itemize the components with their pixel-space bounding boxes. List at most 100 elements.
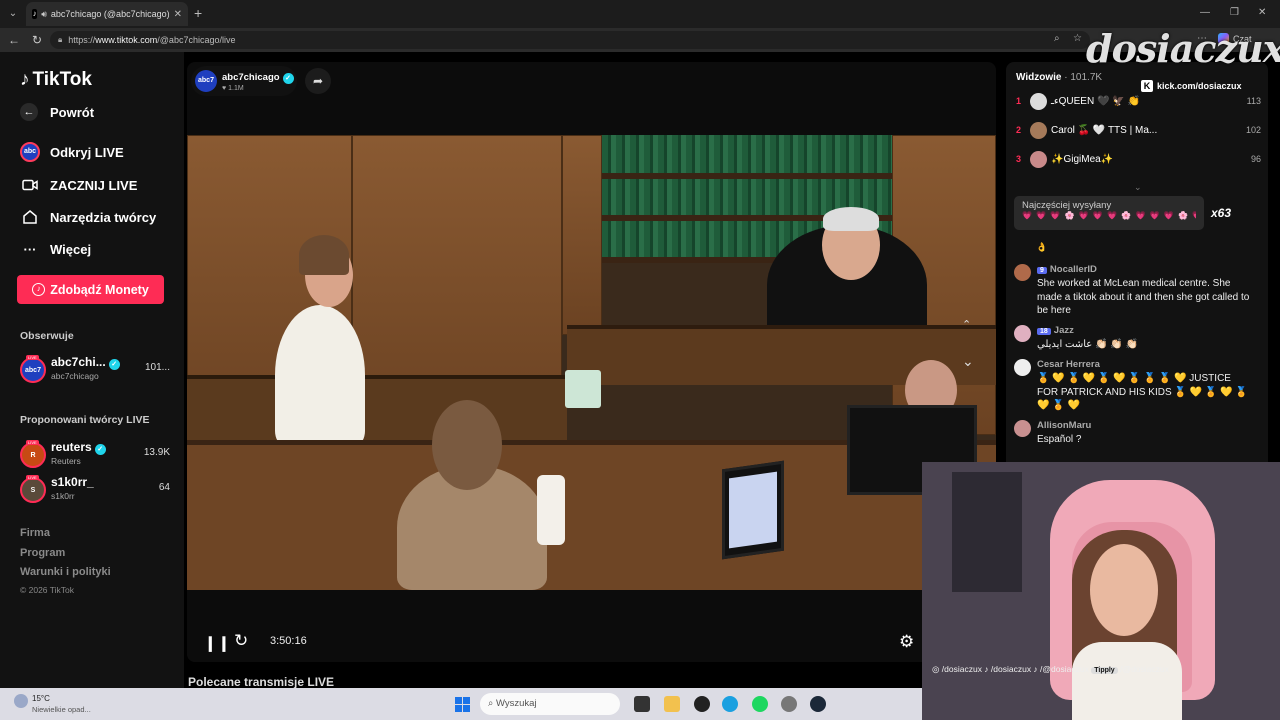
kick-link: Kkick.com/dosiaczux: [1141, 80, 1242, 92]
back-arrow-icon[interactable]: ←: [8, 32, 20, 48]
coins-label: Zdobądź Monety: [50, 282, 149, 297]
settings-gear-icon[interactable]: ⚙: [899, 632, 914, 652]
nav-label: ZACZNIJ LIVE: [50, 177, 138, 193]
browser-titlebar: ⌄ ♪ 🔊︎ abc7chicago (@abc7chicago) ✕ + — …: [0, 0, 1280, 28]
favorite-star-icon[interactable]: ☆: [1073, 33, 1082, 44]
start-windows-icon[interactable]: [455, 697, 470, 712]
tiktok-logo[interactable]: ♪ TikTok: [20, 69, 92, 91]
rank-number: 2: [1016, 125, 1022, 135]
minimize-icon[interactable]: —: [1200, 7, 1210, 18]
ranking-row[interactable]: 3 ✨GigiMea✨ 96: [1016, 150, 1261, 170]
avatar-text: abc7: [25, 366, 41, 374]
ranking-row[interactable]: 2 Carol 🍒 🤍 TTS | Ma... 102: [1016, 121, 1261, 141]
following-item[interactable]: abc7 LIVE abc7chi... ✓ abc7chicago 101...: [20, 355, 170, 385]
footer-link-terms[interactable]: Warunki i polityki: [20, 566, 111, 578]
avatar: S: [20, 477, 46, 503]
nav-creator-tools[interactable]: Narzędzia twórcy: [20, 207, 156, 227]
file-explorer-icon[interactable]: [664, 696, 680, 712]
edge-icon[interactable]: [722, 696, 738, 712]
back-button[interactable]: ← Powrót: [20, 103, 94, 121]
avatar-text: R: [30, 451, 36, 459]
settings-icon[interactable]: [781, 696, 797, 712]
tab-list-chevron-icon[interactable]: ⌄: [4, 5, 22, 23]
url-prefix: https://: [68, 35, 96, 45]
refresh-icon[interactable]: ↻: [234, 631, 248, 651]
weather-widget[interactable]: 15°C Niewielkie opad...: [14, 694, 91, 714]
footer-link-program[interactable]: Program: [20, 547, 65, 559]
steam-icon[interactable]: [810, 696, 826, 712]
search-icon: ⌕: [488, 698, 496, 709]
msg-author: 18 Jazz: [1037, 325, 1074, 336]
coin-icon: ♪: [32, 283, 46, 296]
host-avatar: abc7: [195, 70, 217, 92]
reload-icon[interactable]: ↻: [32, 32, 42, 48]
avatar: [1014, 359, 1031, 376]
host-name: abc7chicago ✓: [222, 72, 294, 84]
viewers-count: · 101.7K: [1064, 72, 1103, 83]
avatar: [1014, 325, 1031, 342]
suggested-item[interactable]: R LIVE reuters ✓ Reuters 13.9K: [20, 440, 170, 470]
gift-count: x63: [1211, 206, 1232, 220]
get-coins-button[interactable]: ♪ Zdobądź Monety: [17, 275, 164, 304]
maximize-icon[interactable]: ❐: [1230, 7, 1239, 18]
viewer-count: 101...: [144, 362, 170, 373]
footer-link-company[interactable]: Firma: [20, 527, 50, 539]
player-controls: ❙❙ ↻ 3:50:16 ⚙: [187, 590, 996, 662]
social-handles: ◎ /dosiaczux ♪ /dosiaczux ♪ /@dosiaczux …: [932, 664, 1169, 674]
chevron-up-icon[interactable]: ⌃: [962, 318, 971, 331]
following-header: Obserwuje: [20, 330, 74, 342]
laptop-screen: [729, 471, 777, 549]
user-name: abc7chi... ✓: [51, 355, 120, 370]
task-view-icon[interactable]: [634, 696, 650, 712]
taskbar-search[interactable]: ⌕ Wyszukaj: [480, 693, 620, 715]
msg-text: عاشت ايديلي 👏🏻 👏🏻 👏🏻: [1037, 339, 1138, 350]
app-icon[interactable]: [694, 696, 710, 712]
witness-body: [275, 305, 365, 445]
msg-author: Cesar Herrera: [1037, 359, 1100, 370]
sidebar: ♪ TikTok ← Powrót abc Odkryj LIVE ZACZNI…: [0, 52, 184, 688]
avatar: abc7: [20, 357, 46, 383]
verified-icon: ✓: [94, 444, 106, 455]
kick-icon: K: [1141, 80, 1153, 92]
user-name: reuters ✓: [51, 440, 106, 455]
avatar: R: [20, 442, 46, 468]
avatar: [1030, 122, 1047, 139]
msg-text: Español ?: [1037, 434, 1082, 445]
url-field[interactable]: 🔒︎ https://www.tiktok.com/@abc7chicago/l…: [50, 31, 1090, 49]
collapse-chevron-icon[interactable]: ⌄: [1134, 182, 1142, 193]
tiktok-favicon-icon: ♪: [32, 9, 38, 19]
share-icon[interactable]: ➦: [305, 68, 331, 94]
live-badge: LIVE: [26, 475, 39, 480]
browser-tab-active[interactable]: ♪ 🔊︎ abc7chicago (@abc7chicago) ✕: [26, 2, 188, 26]
tab-close-icon[interactable]: ✕: [170, 9, 182, 20]
nav-more[interactable]: ··· Więcej: [20, 239, 92, 259]
suggested-item[interactable]: S LIVE s1k0rr_ s1k0rr 64: [20, 475, 170, 505]
rank-number: 3: [1016, 154, 1022, 164]
chevron-down-icon[interactable]: ⌄: [962, 353, 974, 370]
tissue-box: [565, 370, 601, 408]
nav-discover-live[interactable]: abc Odkryj LIVE: [20, 142, 124, 162]
live-badge: LIVE: [26, 355, 39, 360]
rank-number: 1: [1016, 96, 1022, 106]
logo-text: TikTok: [32, 69, 92, 90]
level-badge: 18: [1037, 328, 1051, 335]
new-tab-icon[interactable]: +: [194, 6, 202, 20]
viewers-header[interactable]: Widzowie · 101.7K: [1016, 72, 1102, 83]
ranking-row[interactable]: 1 ءـQUEEN 🖤 🦅 👏 113: [1016, 92, 1261, 112]
close-window-icon[interactable]: ✕: [1258, 7, 1266, 18]
video-stream[interactable]: ⌃ ⌄: [187, 135, 996, 590]
zoom-icon[interactable]: ⌕: [1054, 33, 1060, 44]
speaker-icon[interactable]: 🔊︎: [41, 9, 47, 20]
avatar: [1014, 420, 1031, 437]
host-info[interactable]: abc7 abc7chicago ✓ ♥ 1.1M: [191, 66, 297, 96]
avatar: [1030, 93, 1047, 110]
viewers-label: Widzowie: [1016, 72, 1062, 83]
url-path: /@abc7chicago/live: [157, 35, 236, 45]
user-handle: abc7chicago: [51, 371, 99, 381]
nav-start-live[interactable]: ZACZNIJ LIVE: [20, 175, 137, 195]
pause-icon[interactable]: ❙❙: [204, 634, 231, 652]
tumbler: [537, 475, 565, 545]
spotify-icon[interactable]: [752, 696, 768, 712]
camera-icon: [20, 175, 40, 195]
verified-icon: ✓: [108, 359, 120, 370]
